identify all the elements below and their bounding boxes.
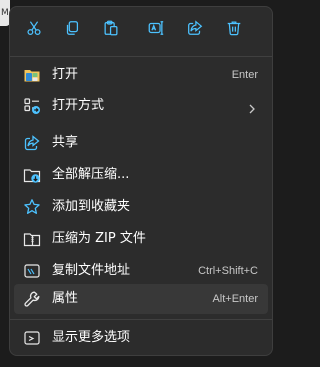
menu-item-compress-zip[interactable]: 压缩为 ZIP 文件 [14, 224, 268, 254]
menu-item-label: 打开 [52, 67, 79, 82]
chevron-right-icon [246, 100, 258, 114]
menu-item-label: 全部解压缩... [52, 167, 130, 182]
rename-icon [147, 19, 165, 41]
context-menu: 打开 Enter 打开方式 共享 全部解压缩... 添加到收藏夹 压缩为 ZIP… [9, 6, 273, 356]
context-menu-toolbar [10, 7, 272, 55]
more-options-divider [10, 319, 272, 320]
copy-path-icon [23, 262, 41, 280]
cut-button[interactable] [19, 15, 49, 45]
menu-item-label: 压缩为 ZIP 文件 [52, 231, 146, 246]
open-with-icon [23, 97, 41, 115]
menu-item-copy-path[interactable]: 复制文件地址 Ctrl+Shift+C [14, 256, 268, 286]
wrench-icon [23, 290, 41, 308]
menu-item-label: 显示更多选项 [52, 330, 131, 345]
cut-icon [25, 19, 43, 41]
copy-icon [63, 19, 81, 41]
zip-folder-icon [23, 230, 41, 248]
menu-item-add-to-favorites[interactable]: 添加到收藏夹 [14, 192, 268, 222]
menu-item-label: 添加到收藏夹 [52, 199, 131, 214]
copy-button[interactable] [57, 15, 87, 45]
share-icon [23, 134, 41, 152]
menu-item-share[interactable]: 共享 [14, 128, 268, 158]
toolbar-divider [10, 56, 272, 57]
menu-item-show-more-options[interactable]: 显示更多选项 [14, 323, 268, 353]
delete-button[interactable] [219, 15, 249, 45]
menu-item-open[interactable]: 打开 Enter [14, 60, 268, 90]
menu-item-extract-all[interactable]: 全部解压缩... [14, 160, 268, 190]
open-icon [23, 66, 41, 84]
menu-item-label: 共享 [52, 135, 79, 150]
paste-button[interactable] [96, 15, 126, 45]
extract-all-icon [23, 166, 41, 184]
delete-icon [225, 19, 243, 41]
menu-item-label: 打开方式 [52, 98, 105, 113]
menu-item-open-with[interactable]: 打开方式 [14, 91, 268, 121]
star-icon [23, 198, 41, 216]
menu-item-properties[interactable]: 属性 Alt+Enter [14, 284, 268, 314]
menu-item-label: 复制文件地址 [52, 263, 131, 278]
paste-icon [102, 19, 120, 41]
rename-button[interactable] [141, 15, 171, 45]
background-window-tab-text: M [1, 8, 9, 18]
menu-item-accelerator: Ctrl+Shift+C [198, 265, 258, 277]
more-options-icon [23, 329, 41, 347]
share-button[interactable] [180, 15, 210, 45]
menu-item-accelerator: Alt+Enter [212, 293, 258, 305]
menu-item-accelerator: Enter [231, 69, 258, 81]
share-icon [186, 19, 204, 41]
menu-item-label: 属性 [52, 291, 79, 306]
